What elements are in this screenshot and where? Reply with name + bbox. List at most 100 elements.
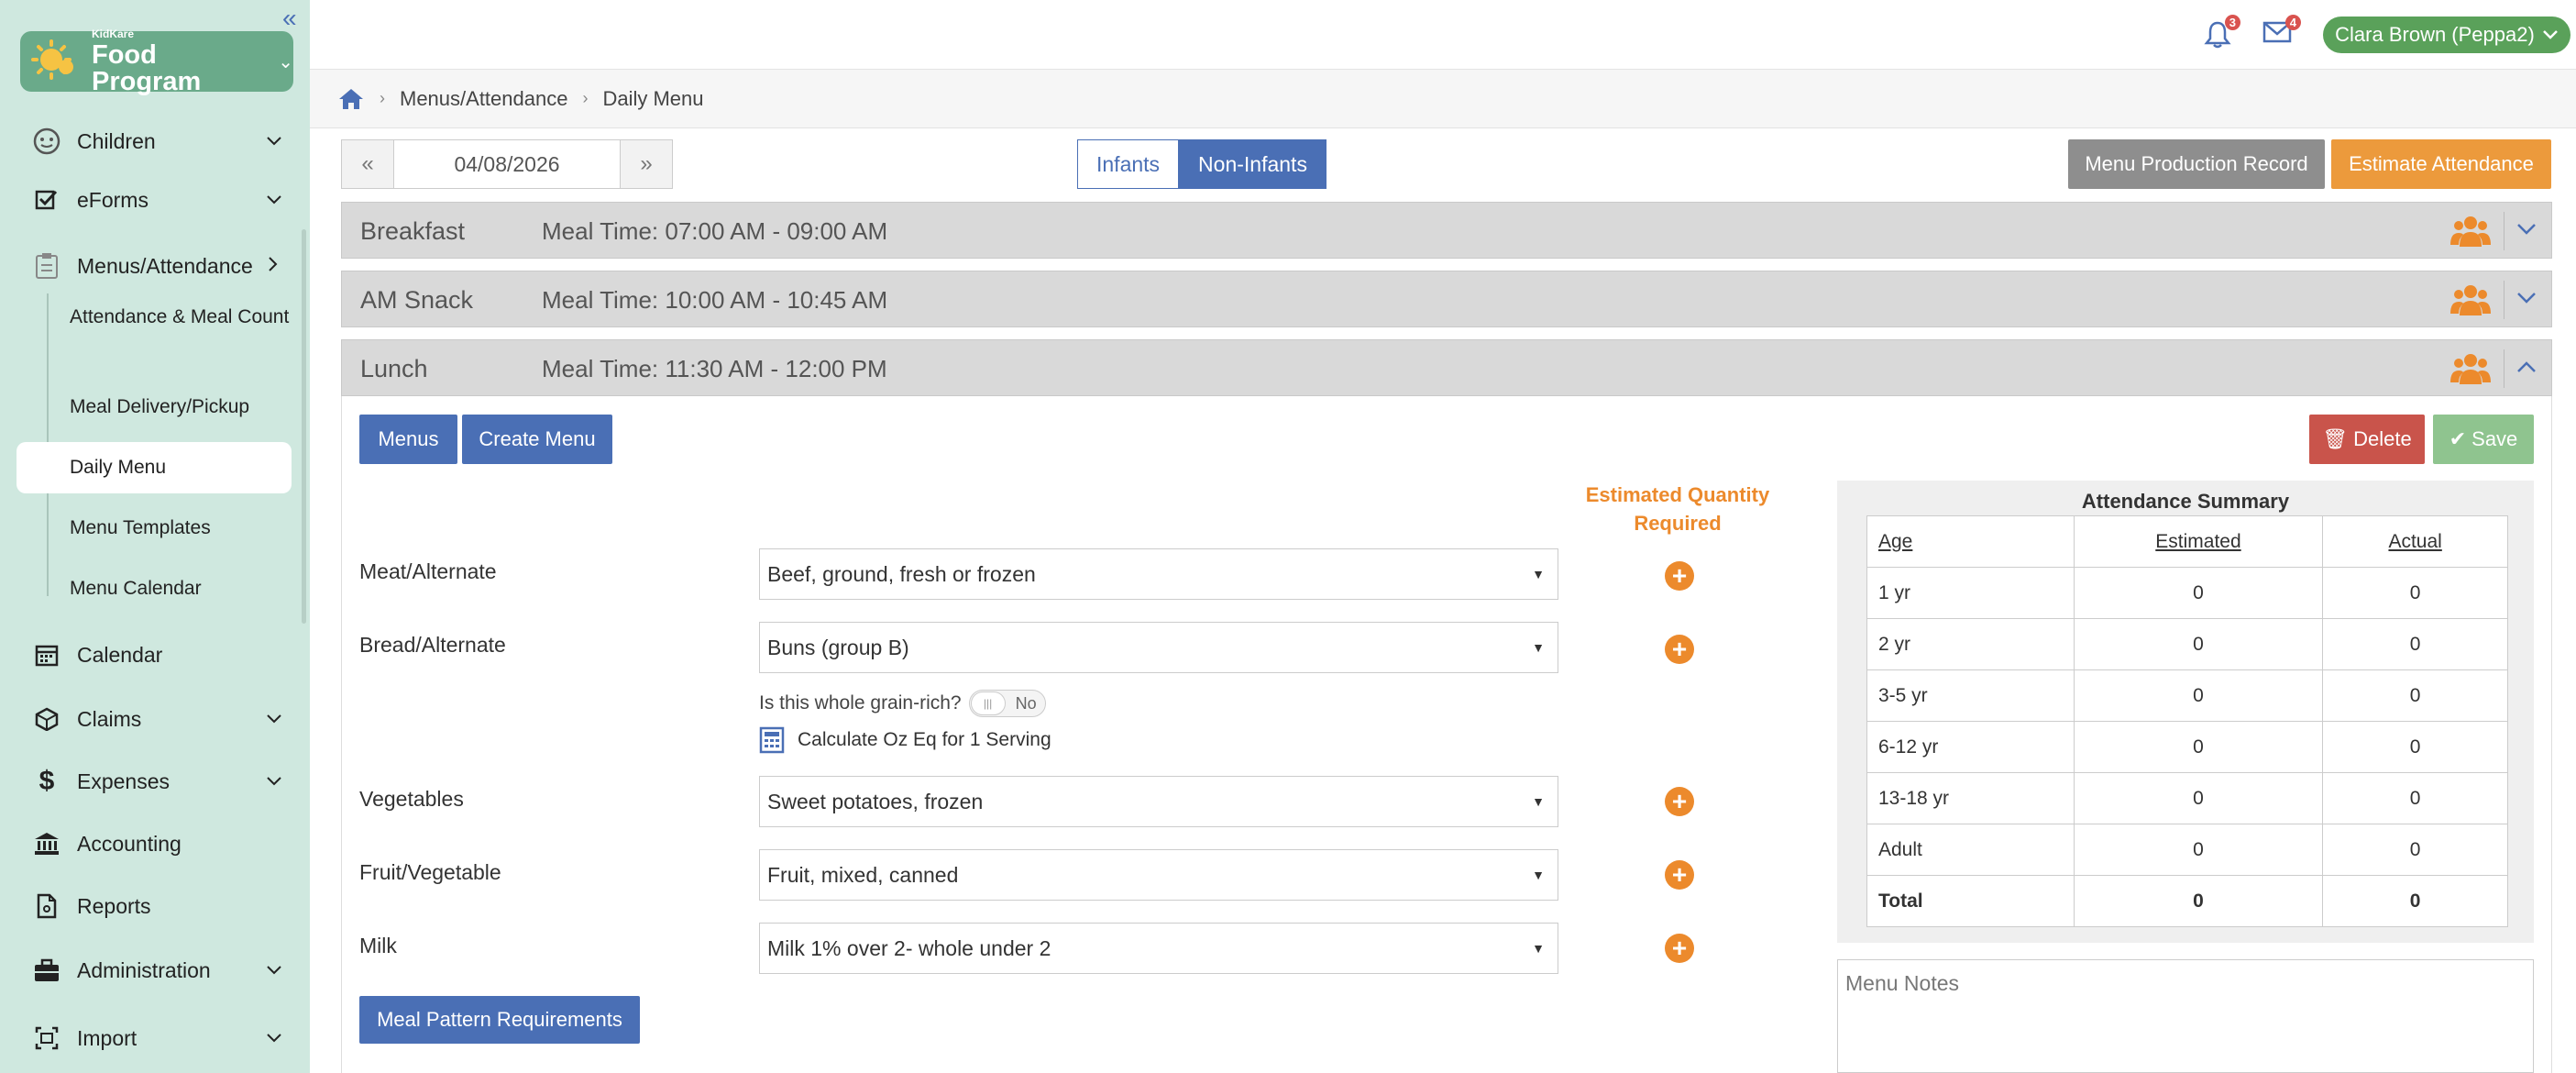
sidebar-subitem-meal-delivery[interactable]: Meal Delivery/Pickup <box>70 393 249 421</box>
select-value: Milk 1% over 2- whole under 2 <box>767 935 1051 960</box>
sidebar-item-claims[interactable]: Claims <box>0 691 303 747</box>
date-field[interactable]: 04/08/2026 <box>393 140 621 188</box>
message-count: 4 <box>2284 15 2301 30</box>
messages-button[interactable]: 4 <box>2262 15 2301 50</box>
collapse-sidebar-icon[interactable]: « <box>282 4 297 33</box>
meal-time: Meal Time: 07:00 AM - 09:00 AM <box>542 217 888 245</box>
sidebar-item-accounting[interactable]: Accounting <box>0 816 303 871</box>
whole-grain-label: Is this whole grain-rich? <box>759 692 962 713</box>
meal-header-am-snack[interactable]: AM Snack Meal Time: 10:00 AM - 10:45 AM <box>341 271 2552 327</box>
breadcrumb-menus-attendance[interactable]: Menus/Attendance <box>400 87 567 111</box>
top-bar: 3 4 Clara Brown (Peppa2) <box>310 0 2576 70</box>
sidebar-item-calendar[interactable]: Calendar <box>0 627 303 682</box>
add-quantity-icon[interactable]: + <box>1665 635 1694 664</box>
create-menu-button[interactable]: Create Menu <box>462 415 612 464</box>
sidebar-subitem-menu-templates[interactable]: Menu Templates <box>70 514 211 542</box>
meal-header-breakfast[interactable]: Breakfast Meal Time: 07:00 AM - 09:00 AM <box>341 202 2552 259</box>
sidebar-item-administration[interactable]: Administration <box>0 943 303 998</box>
sidebar-item-menus-attendance[interactable]: Menus/Attendance <box>0 238 303 293</box>
home-icon[interactable] <box>337 87 365 111</box>
non-infants-tab[interactable]: Non-Infants <box>1179 139 1327 189</box>
select-value: Sweet potatoes, frozen <box>767 789 984 813</box>
column-header-age[interactable]: Age <box>1866 515 2075 568</box>
users-icon[interactable] <box>2450 351 2491 392</box>
caret-down-icon: ▼ <box>1532 941 1545 956</box>
chevron-down-icon <box>266 772 282 791</box>
sidebar: « KidKare Food Program ⌄ Children eForms… <box>0 0 310 1073</box>
chevron-up-icon[interactable] <box>2516 355 2537 379</box>
chevron-down-icon[interactable] <box>2516 217 2537 241</box>
sidebar-item-eforms[interactable]: eForms <box>0 172 303 227</box>
calculator-icon <box>759 726 785 754</box>
briefcase-icon <box>33 957 61 984</box>
fruit-vegetable-select[interactable]: Fruit, mixed, canned ▼ <box>759 849 1558 901</box>
app-logo[interactable]: KidKare Food Program ⌄ <box>20 27 293 96</box>
infants-tab[interactable]: Infants <box>1077 139 1180 189</box>
sidebar-item-import[interactable]: Import <box>0 1011 303 1066</box>
meal-pattern-requirements-button[interactable]: Meal Pattern Requirements <box>359 996 640 1044</box>
notifications-button[interactable]: 3 <box>2204 15 2240 55</box>
bank-icon <box>33 830 61 857</box>
check-circle-icon: ✔ <box>2449 427 2467 450</box>
meal-header-lunch[interactable]: Lunch Meal Time: 11:30 AM - 12:00 PM <box>341 339 2552 396</box>
add-quantity-icon[interactable]: + <box>1665 934 1694 963</box>
age-cell: Total <box>1866 875 2075 927</box>
actual-cell: 0 <box>2322 721 2508 773</box>
sidebar-item-children[interactable]: Children <box>0 114 303 169</box>
estimated-cell: 0 <box>2073 824 2324 876</box>
delete-label: Delete <box>2353 427 2412 450</box>
estimated-cell: 0 <box>2073 618 2324 670</box>
actual-cell: 0 <box>2322 772 2508 824</box>
menus-button[interactable]: Menus <box>359 415 457 464</box>
cube-icon <box>33 705 61 733</box>
menu-notes-textarea[interactable]: Menu Notes <box>1837 959 2534 1073</box>
calculate-label: Calculate Oz Eq for 1 Serving <box>798 729 1051 750</box>
user-menu-button[interactable]: Clara Brown (Peppa2) <box>2323 17 2570 53</box>
next-date-button[interactable]: » <box>621 140 672 188</box>
vegetables-select[interactable]: Sweet potatoes, frozen ▼ <box>759 776 1558 827</box>
import-icon <box>33 1024 61 1052</box>
sidebar-item-expenses[interactable]: $ Expenses <box>0 754 303 809</box>
attendance-table: Age Estimated Actual 1 yr 0 0 2 yr 0 0 3-5 y… <box>1866 515 2508 927</box>
meal-name: AM Snack <box>360 286 474 314</box>
breadcrumb: › Menus/Attendance › Daily Menu <box>310 70 2576 128</box>
sidebar-subitem-menu-calendar[interactable]: Menu Calendar <box>70 574 202 603</box>
whole-grain-toggle[interactable]: ||| No <box>968 690 1046 717</box>
delete-button[interactable]: 🗑 Delete <box>2309 415 2425 464</box>
sidebar-item-label: Calendar <box>77 642 163 667</box>
sidebar-item-label: Menus/Attendance <box>77 253 253 278</box>
logo-brand: KidKare <box>92 27 135 40</box>
users-icon[interactable] <box>2450 214 2491 254</box>
column-header-estimated[interactable]: Estimated <box>2073 515 2324 568</box>
chevron-right-icon <box>268 256 279 277</box>
toggle-knob-icon: ||| <box>970 691 1006 715</box>
sidebar-subitem-daily-menu[interactable]: Daily Menu <box>70 453 166 481</box>
actual-cell: 0 <box>2322 875 2508 927</box>
chevron-down-icon[interactable] <box>2516 286 2537 310</box>
milk-select[interactable]: Milk 1% over 2- whole under 2 ▼ <box>759 923 1558 974</box>
calculate-oz-eq[interactable]: Calculate Oz Eq for 1 Serving <box>759 726 1051 754</box>
caret-down-icon: ▼ <box>1532 868 1545 882</box>
previous-date-button[interactable]: « <box>342 140 393 188</box>
save-button[interactable]: ✔ Save <box>2433 415 2534 464</box>
bread-alternate-select[interactable]: Buns (group B) ▼ <box>759 622 1558 673</box>
logo-product: Food Program <box>92 39 202 96</box>
age-cell: 6-12 yr <box>1866 721 2075 773</box>
estimate-attendance-button[interactable]: Estimate Attendance <box>2331 139 2551 189</box>
sidebar-subitem-attendance-meal-count[interactable]: Attendance & Meal Count <box>70 303 289 331</box>
breadcrumb-separator: › <box>380 89 385 107</box>
add-quantity-icon[interactable]: + <box>1665 787 1694 816</box>
sidebar-item-reports[interactable]: Reports <box>0 879 303 934</box>
chevron-down-icon <box>266 961 282 980</box>
add-quantity-icon[interactable]: + <box>1665 860 1694 890</box>
add-quantity-icon[interactable]: + <box>1665 561 1694 591</box>
sun-logo-icon <box>31 39 79 83</box>
menu-production-record-button[interactable]: Menu Production Record <box>2068 139 2325 189</box>
whole-grain-question: Is this whole grain-rich? ||| No <box>759 690 1046 717</box>
estimated-quantity-heading: Estimated Quantity Required <box>1585 483 1770 535</box>
column-header-actual[interactable]: Actual <box>2322 515 2508 568</box>
meat-alternate-select[interactable]: Beef, ground, fresh or frozen ▼ <box>759 548 1558 600</box>
users-icon[interactable] <box>2450 282 2491 323</box>
select-value: Fruit, mixed, canned <box>767 862 959 887</box>
estimated-cell: 0 <box>2073 875 2324 927</box>
